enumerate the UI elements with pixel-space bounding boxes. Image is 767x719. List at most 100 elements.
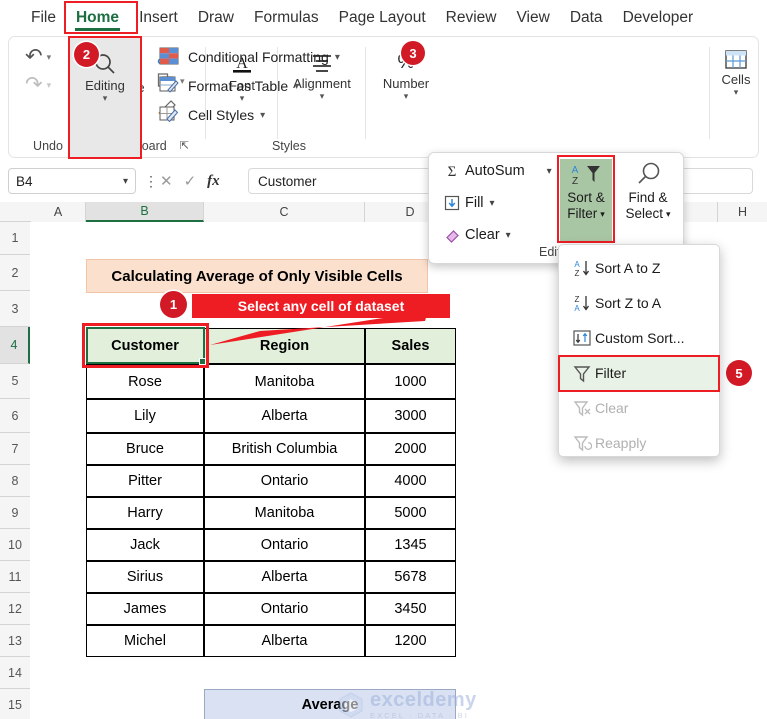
tab-draw[interactable]: Draw bbox=[189, 4, 243, 32]
sort-filter-label-2: Filter bbox=[567, 206, 598, 221]
cell-customer[interactable]: Bruce bbox=[86, 433, 204, 465]
sort-and-filter-button[interactable]: A Z Sort & Filter ▾ bbox=[560, 159, 612, 241]
cells-button[interactable]: Cells ▾ bbox=[715, 49, 757, 97]
row-header-1[interactable]: 1 bbox=[0, 222, 30, 255]
redo-icon: ↷ bbox=[25, 73, 43, 96]
cells-label: Cells bbox=[721, 72, 751, 87]
menu-item-custom-sort[interactable]: Custom Sort... bbox=[559, 320, 719, 355]
row-header-3[interactable]: 3 bbox=[0, 291, 30, 327]
conditional-formatting-chevron-icon[interactable]: ▾ bbox=[335, 52, 340, 63]
cell-region[interactable]: Alberta bbox=[204, 625, 365, 657]
row-header-7[interactable]: 7 bbox=[0, 433, 30, 465]
undo-icon[interactable]: ↶ bbox=[25, 46, 43, 67]
row-header-4[interactable]: 4 bbox=[0, 327, 30, 364]
menu-item-sort-a-to-z[interactable]: A Z Sort A to Z bbox=[559, 250, 719, 285]
tab-review[interactable]: Review bbox=[437, 4, 506, 32]
table-header-customer[interactable]: Customer bbox=[86, 328, 204, 364]
tab-formulas[interactable]: Formulas bbox=[245, 4, 328, 32]
tab-view[interactable]: View bbox=[507, 4, 558, 32]
cell-region[interactable]: Ontario bbox=[204, 593, 365, 625]
tab-data[interactable]: Data bbox=[561, 4, 612, 32]
cancel-x-icon[interactable]: ✕ bbox=[160, 172, 173, 190]
menu-item-clear: Clear bbox=[559, 390, 719, 425]
format-as-table-chevron-icon[interactable]: ▾ bbox=[294, 81, 299, 92]
editing-chevron-icon[interactable]: ▾ bbox=[103, 94, 108, 103]
formula-bar-options-icon[interactable]: ⋮ bbox=[144, 173, 158, 190]
cell-customer[interactable]: Michel bbox=[86, 625, 204, 657]
row-header-11[interactable]: 11 bbox=[0, 561, 30, 593]
column-header-h[interactable]: H bbox=[718, 202, 767, 222]
cell-sales[interactable]: 1200 bbox=[365, 625, 456, 657]
cells-chevron-icon[interactable]: ▾ bbox=[734, 88, 739, 97]
table-header-region[interactable]: Region bbox=[204, 328, 365, 364]
cell-customer[interactable]: James bbox=[86, 593, 204, 625]
ribbon-group-cells[interactable]: Cells ▾ bbox=[711, 37, 760, 157]
format-as-table-button[interactable]: Format as Table ▾ bbox=[159, 73, 299, 99]
row-header-9[interactable]: 9 bbox=[0, 497, 30, 529]
tab-file[interactable]: File bbox=[22, 4, 65, 32]
autosum-chevron-icon[interactable]: ▾ bbox=[547, 166, 552, 177]
tab-home[interactable]: Home bbox=[67, 4, 128, 32]
column-header-b[interactable]: B bbox=[86, 202, 204, 222]
row-header-13[interactable]: 13 bbox=[0, 625, 30, 657]
cell-region[interactable]: Alberta bbox=[204, 561, 365, 593]
cell-sales[interactable]: 5678 bbox=[365, 561, 456, 593]
column-header-c[interactable]: C bbox=[204, 202, 365, 222]
cell-region[interactable]: Ontario bbox=[204, 529, 365, 561]
find-select-chevron-icon[interactable]: ▾ bbox=[666, 206, 671, 222]
ribbon-group-styles: Conditional Formatting ▾ Format as Table… bbox=[149, 37, 444, 157]
confirm-check-icon[interactable]: ✓ bbox=[184, 172, 197, 190]
cell-region[interactable]: Manitoba bbox=[204, 364, 365, 399]
tab-insert[interactable]: Insert bbox=[130, 4, 187, 32]
sheet-title-cell[interactable]: Calculating Average of Only Visible Cell… bbox=[86, 259, 428, 293]
menu-item-filter[interactable]: Filter bbox=[559, 355, 719, 390]
find-and-select-button[interactable]: Find & Select ▾ bbox=[619, 159, 677, 241]
name-box-chevron-down-icon[interactable]: ▾ bbox=[123, 176, 128, 187]
cell-sales[interactable]: 2000 bbox=[365, 433, 456, 465]
cell-customer[interactable]: Sirius bbox=[86, 561, 204, 593]
svg-text:A: A bbox=[572, 165, 579, 176]
tab-developer[interactable]: Developer bbox=[614, 4, 703, 32]
row-header-5[interactable]: 5 bbox=[0, 364, 30, 399]
conditional-formatting-button[interactable]: Conditional Formatting ▾ bbox=[159, 44, 340, 70]
cell-customer[interactable]: Pitter bbox=[86, 465, 204, 497]
cell-sales[interactable]: 1345 bbox=[365, 529, 456, 561]
cell-sales[interactable]: 4000 bbox=[365, 465, 456, 497]
cell-sales[interactable]: 3450 bbox=[365, 593, 456, 625]
clear-filter-icon bbox=[569, 398, 595, 418]
fill-chevron-icon[interactable]: ▾ bbox=[490, 198, 495, 209]
cell-region[interactable]: Manitoba bbox=[204, 497, 365, 529]
sort-filter-chevron-icon[interactable]: ▾ bbox=[600, 206, 605, 222]
column-header-a[interactable]: A bbox=[31, 202, 86, 222]
row-header-12[interactable]: 12 bbox=[0, 593, 30, 625]
cell-customer[interactable]: Harry bbox=[86, 497, 204, 529]
clear-button[interactable]: Clear ▾ bbox=[439, 227, 511, 243]
table-header-sales[interactable]: Sales bbox=[365, 328, 456, 364]
cell-sales[interactable]: 5000 bbox=[365, 497, 456, 529]
fill-button[interactable]: Fill ▾ bbox=[439, 195, 495, 211]
row-header-14[interactable]: 14 bbox=[0, 657, 30, 689]
average-label-cell[interactable]: Average bbox=[204, 689, 456, 719]
cell-styles-chevron-icon[interactable]: ▾ bbox=[260, 110, 265, 121]
row-header-15[interactable]: 15 bbox=[0, 689, 30, 719]
cell-customer[interactable]: Jack bbox=[86, 529, 204, 561]
autosum-button[interactable]: Σ AutoSum ▾ bbox=[439, 163, 552, 179]
tab-page-layout[interactable]: Page Layout bbox=[330, 4, 435, 32]
cell-styles-button[interactable]: Cell Styles ▾ bbox=[159, 102, 265, 128]
clear-chevron-icon[interactable]: ▾ bbox=[506, 230, 511, 241]
cell-region[interactable]: British Columbia bbox=[204, 433, 365, 465]
row-header-8[interactable]: 8 bbox=[0, 465, 30, 497]
name-box[interactable]: B4 ▾ bbox=[8, 168, 136, 194]
cell-region[interactable]: Alberta bbox=[204, 399, 365, 433]
menu-item-sort-z-to-a[interactable]: Z A Sort Z to A bbox=[559, 285, 719, 320]
fx-icon[interactable]: fx bbox=[207, 173, 220, 190]
cell-customer[interactable]: Rose bbox=[86, 364, 204, 399]
cell-region[interactable]: Ontario bbox=[204, 465, 365, 497]
row-header-6[interactable]: 6 bbox=[0, 399, 30, 433]
undo-dropdown-chevron-icon[interactable]: ▾ bbox=[47, 52, 52, 63]
cell-customer[interactable]: Lily bbox=[86, 399, 204, 433]
row-header-10[interactable]: 10 bbox=[0, 529, 30, 561]
cell-sales[interactable]: 1000 bbox=[365, 364, 456, 399]
cell-sales[interactable]: 3000 bbox=[365, 399, 456, 433]
row-header-2[interactable]: 2 bbox=[0, 255, 30, 291]
